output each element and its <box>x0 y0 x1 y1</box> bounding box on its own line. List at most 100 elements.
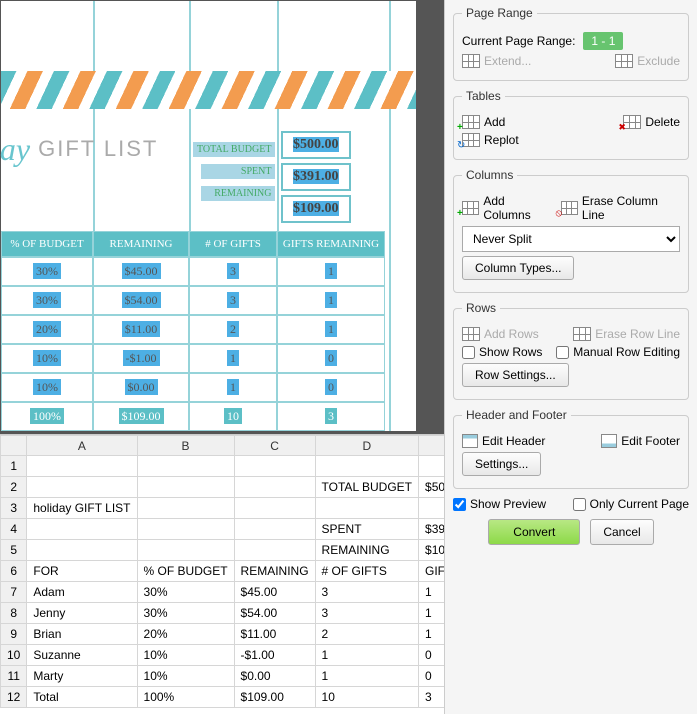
ss-col-header[interactable]: C <box>234 436 315 456</box>
preview-cell: 3 <box>189 257 277 286</box>
erase-row-button[interactable]: Erase Row Line <box>573 327 680 341</box>
ss-cell[interactable]: Jenny <box>27 603 137 624</box>
edit-footer-button[interactable]: Edit Footer <box>601 434 680 448</box>
ss-cell[interactable] <box>137 540 234 561</box>
ss-cell[interactable] <box>234 498 315 519</box>
ss-cell[interactable]: $11.00 <box>234 624 315 645</box>
ss-cell[interactable] <box>234 519 315 540</box>
ss-cell[interactable]: 100% <box>137 687 234 708</box>
extend-button[interactable]: Extend... <box>462 54 531 68</box>
delete-table-button[interactable]: Delete <box>623 115 680 129</box>
ss-cell[interactable]: % OF BUDGET <box>137 561 234 582</box>
preview-budget-table: % OF BUDGETREMAINING# OF GIFTSGIFTS REMA… <box>1 231 416 431</box>
ss-cell[interactable]: 30% <box>137 582 234 603</box>
add-table-button[interactable]: Add <box>462 115 505 129</box>
ss-col-header[interactable] <box>1 436 27 456</box>
show-preview-checkbox[interactable]: Show Preview <box>453 497 546 511</box>
exclude-button[interactable]: Exclude <box>615 54 680 68</box>
ss-row-header[interactable]: 9 <box>1 624 27 645</box>
ss-cell[interactable] <box>234 540 315 561</box>
ss-cell[interactable] <box>27 477 137 498</box>
only-current-checkbox[interactable]: Only Current Page <box>573 497 689 511</box>
decorative-stripe <box>1 71 416 109</box>
ss-cell[interactable]: REMAINING <box>315 540 418 561</box>
add-columns-button[interactable]: Add Columns <box>462 194 553 222</box>
ss-row-header[interactable]: 5 <box>1 540 27 561</box>
ss-cell[interactable]: 10% <box>137 645 234 666</box>
column-types-button[interactable]: Column Types... <box>462 256 574 280</box>
ss-cell[interactable]: FOR <box>27 561 137 582</box>
preview-cell: 1 <box>189 344 277 373</box>
ss-cell[interactable]: Adam <box>27 582 137 603</box>
spreadsheet-preview[interactable]: ABCDE12TOTAL BUDGET$500.003holiday GIFT … <box>0 434 444 714</box>
ss-row-header[interactable]: 2 <box>1 477 27 498</box>
hf-settings-button[interactable]: Settings... <box>462 452 541 476</box>
total-budget-label: TOTAL BUDGET <box>193 142 275 157</box>
ss-cell[interactable]: 10% <box>137 666 234 687</box>
ss-cell[interactable] <box>137 477 234 498</box>
ss-cell[interactable]: 1 <box>315 645 418 666</box>
ss-cell[interactable] <box>137 498 234 519</box>
cancel-button[interactable]: Cancel <box>590 519 653 545</box>
ss-row-header[interactable]: 8 <box>1 603 27 624</box>
ss-cell[interactable] <box>234 456 315 477</box>
ss-cell[interactable]: $0.00 <box>234 666 315 687</box>
ss-row-header[interactable]: 6 <box>1 561 27 582</box>
preview-cell: 3 <box>189 286 277 315</box>
ss-cell[interactable]: 3 <box>315 582 418 603</box>
add-rows-button[interactable]: Add Rows <box>462 327 539 341</box>
ss-cell[interactable] <box>27 519 137 540</box>
erase-column-button[interactable]: Erase Column Line <box>561 194 680 222</box>
ss-cell[interactable] <box>315 456 418 477</box>
ss-col-header[interactable]: D <box>315 436 418 456</box>
ss-row-header[interactable]: 11 <box>1 666 27 687</box>
ss-cell[interactable]: Total <box>27 687 137 708</box>
ss-col-header[interactable]: B <box>137 436 234 456</box>
preview-cell: 1 <box>189 373 277 402</box>
ss-cell[interactable]: 2 <box>315 624 418 645</box>
ss-cell[interactable]: Brian <box>27 624 137 645</box>
ss-cell[interactable] <box>234 477 315 498</box>
ss-cell[interactable]: $54.00 <box>234 603 315 624</box>
ss-cell[interactable]: SPENT <box>315 519 418 540</box>
document-preview[interactable]: lay GIFT LIST TOTAL BUDGET SPENT REMAINI… <box>0 0 444 434</box>
manual-row-checkbox[interactable]: Manual Row Editing <box>556 345 680 359</box>
ss-cell[interactable]: $109.00 <box>234 687 315 708</box>
convert-button[interactable]: Convert <box>488 519 580 545</box>
ss-cell[interactable] <box>137 519 234 540</box>
replot-button[interactable]: Replot <box>462 133 519 147</box>
ss-cell[interactable]: 20% <box>137 624 234 645</box>
preview-cell: $54.00 <box>93 286 189 315</box>
ss-cell[interactable] <box>137 456 234 477</box>
ss-cell[interactable] <box>27 456 137 477</box>
ss-row-header[interactable]: 7 <box>1 582 27 603</box>
ss-col-header[interactable]: A <box>27 436 137 456</box>
ss-cell[interactable]: 30% <box>137 603 234 624</box>
header-footer-group: Header and Footer Edit Header Edit Foote… <box>453 408 689 489</box>
preview-cell: 0 <box>277 344 385 373</box>
ss-row-header[interactable]: 3 <box>1 498 27 519</box>
ss-cell[interactable]: # OF GIFTS <box>315 561 418 582</box>
ss-cell[interactable]: 3 <box>315 603 418 624</box>
ss-cell[interactable]: 1 <box>315 666 418 687</box>
ss-cell[interactable] <box>27 540 137 561</box>
ss-cell[interactable] <box>315 498 418 519</box>
ss-cell[interactable]: 10 <box>315 687 418 708</box>
ss-cell[interactable]: -$1.00 <box>234 645 315 666</box>
split-select[interactable]: Never Split <box>462 226 680 252</box>
ss-cell[interactable]: Marty <box>27 666 137 687</box>
ss-row-header[interactable]: 12 <box>1 687 27 708</box>
row-settings-button[interactable]: Row Settings... <box>462 363 569 387</box>
preview-cell: $45.00 <box>93 257 189 286</box>
ss-cell[interactable]: holiday GIFT LIST <box>27 498 137 519</box>
ss-row-header[interactable]: 4 <box>1 519 27 540</box>
show-rows-checkbox[interactable]: Show Rows <box>462 345 542 359</box>
preview-col-header: # OF GIFTS <box>189 231 277 257</box>
ss-cell[interactable]: Suzanne <box>27 645 137 666</box>
ss-row-header[interactable]: 10 <box>1 645 27 666</box>
ss-row-header[interactable]: 1 <box>1 456 27 477</box>
ss-cell[interactable]: REMAINING <box>234 561 315 582</box>
edit-header-button[interactable]: Edit Header <box>462 434 545 448</box>
ss-cell[interactable]: $45.00 <box>234 582 315 603</box>
ss-cell[interactable]: TOTAL BUDGET <box>315 477 418 498</box>
